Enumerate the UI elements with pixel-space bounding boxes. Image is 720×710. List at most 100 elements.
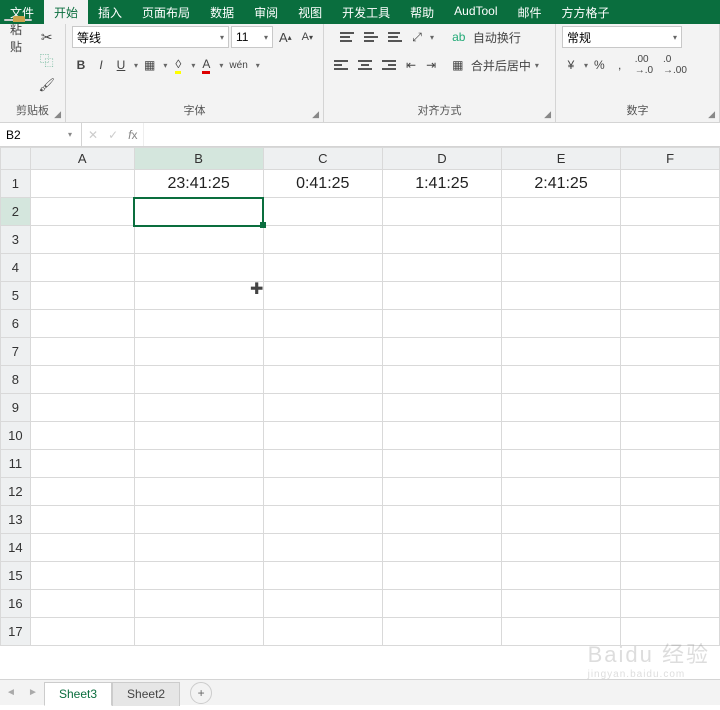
cell-A16[interactable] [30, 590, 134, 618]
chevron-down-icon[interactable]: ▾ [219, 61, 223, 70]
align-bottom-button[interactable] [384, 26, 406, 48]
row-header-12[interactable]: 12 [1, 478, 31, 506]
row-header-2[interactable]: 2 [1, 198, 31, 226]
cell-B1[interactable]: 23:41:25 [134, 170, 263, 198]
cell-F13[interactable] [621, 506, 720, 534]
cell-D9[interactable] [382, 394, 501, 422]
cell-C9[interactable] [263, 394, 382, 422]
chevron-down-icon[interactable]: ▾ [163, 61, 167, 70]
align-right-button[interactable] [378, 54, 400, 76]
menu-tab-数据[interactable]: 数据 [200, 0, 244, 24]
cell-E7[interactable] [501, 338, 620, 366]
percent-button[interactable]: % [590, 54, 609, 76]
cell-D15[interactable] [382, 562, 501, 590]
col-header-A[interactable]: A [30, 148, 134, 170]
cell-F10[interactable] [621, 422, 720, 450]
cell-E12[interactable] [501, 478, 620, 506]
sheet-nav-prev[interactable]: ◄ [0, 687, 22, 698]
accounting-button[interactable]: ¥ [562, 54, 580, 76]
spreadsheet-grid[interactable]: ABCDEF 123:41:250:41:251:41:252:41:25234… [0, 147, 720, 646]
cell-B12[interactable] [134, 478, 263, 506]
chevron-down-icon[interactable]: ▾ [191, 61, 195, 70]
cell-A4[interactable] [30, 254, 134, 282]
add-sheet-button[interactable]: + [190, 682, 212, 704]
cell-D4[interactable] [382, 254, 501, 282]
cell-B16[interactable] [134, 590, 263, 618]
cell-E1[interactable]: 2:41:25 [501, 170, 620, 198]
menu-tab-帮助[interactable]: 帮助 [400, 0, 444, 24]
cell-A9[interactable] [30, 394, 134, 422]
sheet-tab-Sheet3[interactable]: Sheet3 [44, 682, 112, 706]
fill-color-button[interactable]: ◊ [169, 54, 187, 76]
cell-B15[interactable] [134, 562, 263, 590]
cell-A17[interactable] [30, 618, 134, 646]
cell-C15[interactable] [263, 562, 382, 590]
cell-C4[interactable] [263, 254, 382, 282]
row-header-6[interactable]: 6 [1, 310, 31, 338]
cell-E2[interactable] [501, 198, 620, 226]
cell-E17[interactable] [501, 618, 620, 646]
cell-F3[interactable] [621, 226, 720, 254]
menu-tab-审阅[interactable]: 审阅 [244, 0, 288, 24]
paste-button[interactable]: 粘贴 [6, 26, 30, 48]
cell-A12[interactable] [30, 478, 134, 506]
cell-C3[interactable] [263, 226, 382, 254]
dialog-launcher-icon[interactable]: ◢ [544, 109, 551, 120]
col-header-F[interactable]: F [621, 148, 720, 170]
cell-A15[interactable] [30, 562, 134, 590]
align-center-button[interactable] [354, 54, 376, 76]
cell-B8[interactable] [134, 366, 263, 394]
chevron-down-icon[interactable]: ▾ [62, 130, 78, 139]
cell-D1[interactable]: 1:41:25 [382, 170, 501, 198]
cell-F1[interactable] [621, 170, 720, 198]
cell-E15[interactable] [501, 562, 620, 590]
formula-bar[interactable] [144, 123, 720, 146]
cell-C12[interactable] [263, 478, 382, 506]
cell-A14[interactable] [30, 534, 134, 562]
increase-font-button[interactable]: A▴ [275, 26, 296, 48]
cell-E14[interactable] [501, 534, 620, 562]
italic-button[interactable]: I [92, 54, 110, 76]
row-header-10[interactable]: 10 [1, 422, 31, 450]
cell-F2[interactable] [621, 198, 720, 226]
select-all-corner[interactable] [1, 148, 31, 170]
cell-D6[interactable] [382, 310, 501, 338]
cut-button[interactable] [37, 26, 57, 48]
cell-D13[interactable] [382, 506, 501, 534]
cell-D17[interactable] [382, 618, 501, 646]
menu-tab-视图[interactable]: 视图 [288, 0, 332, 24]
cell-C6[interactable] [263, 310, 382, 338]
formula-input[interactable] [150, 127, 714, 142]
col-header-E[interactable]: E [501, 148, 620, 170]
font-color-button[interactable]: A [197, 54, 215, 76]
cell-F7[interactable] [621, 338, 720, 366]
row-header-15[interactable]: 15 [1, 562, 31, 590]
cell-A13[interactable] [30, 506, 134, 534]
cell-C16[interactable] [263, 590, 382, 618]
cell-D7[interactable] [382, 338, 501, 366]
cell-B10[interactable] [134, 422, 263, 450]
cell-C7[interactable] [263, 338, 382, 366]
row-header-11[interactable]: 11 [1, 450, 31, 478]
dialog-launcher-icon[interactable]: ◢ [54, 109, 61, 120]
sheet-nav-next[interactable]: ► [22, 687, 44, 698]
cell-C10[interactable] [263, 422, 382, 450]
row-header-8[interactable]: 8 [1, 366, 31, 394]
cell-B17[interactable] [134, 618, 263, 646]
row-header-1[interactable]: 1 [1, 170, 31, 198]
merge-center-button[interactable]: ▦ 合并后居中▾ [448, 54, 568, 76]
chevron-down-icon[interactable]: ▾ [134, 61, 138, 70]
dialog-launcher-icon[interactable]: ◢ [708, 109, 715, 120]
decrease-font-button[interactable]: A▾ [298, 26, 317, 48]
cell-E9[interactable] [501, 394, 620, 422]
cell-A5[interactable] [30, 282, 134, 310]
cell-E4[interactable] [501, 254, 620, 282]
cell-B11[interactable] [134, 450, 263, 478]
cell-A11[interactable] [30, 450, 134, 478]
menu-tab-页面布局[interactable]: 页面布局 [132, 0, 200, 24]
number-format-combo[interactable]: ▾ [562, 26, 682, 48]
name-box[interactable]: ▾ [0, 123, 82, 146]
cell-A10[interactable] [30, 422, 134, 450]
menu-tab-AudTool[interactable]: AudTool [444, 0, 507, 24]
cell-F12[interactable] [621, 478, 720, 506]
